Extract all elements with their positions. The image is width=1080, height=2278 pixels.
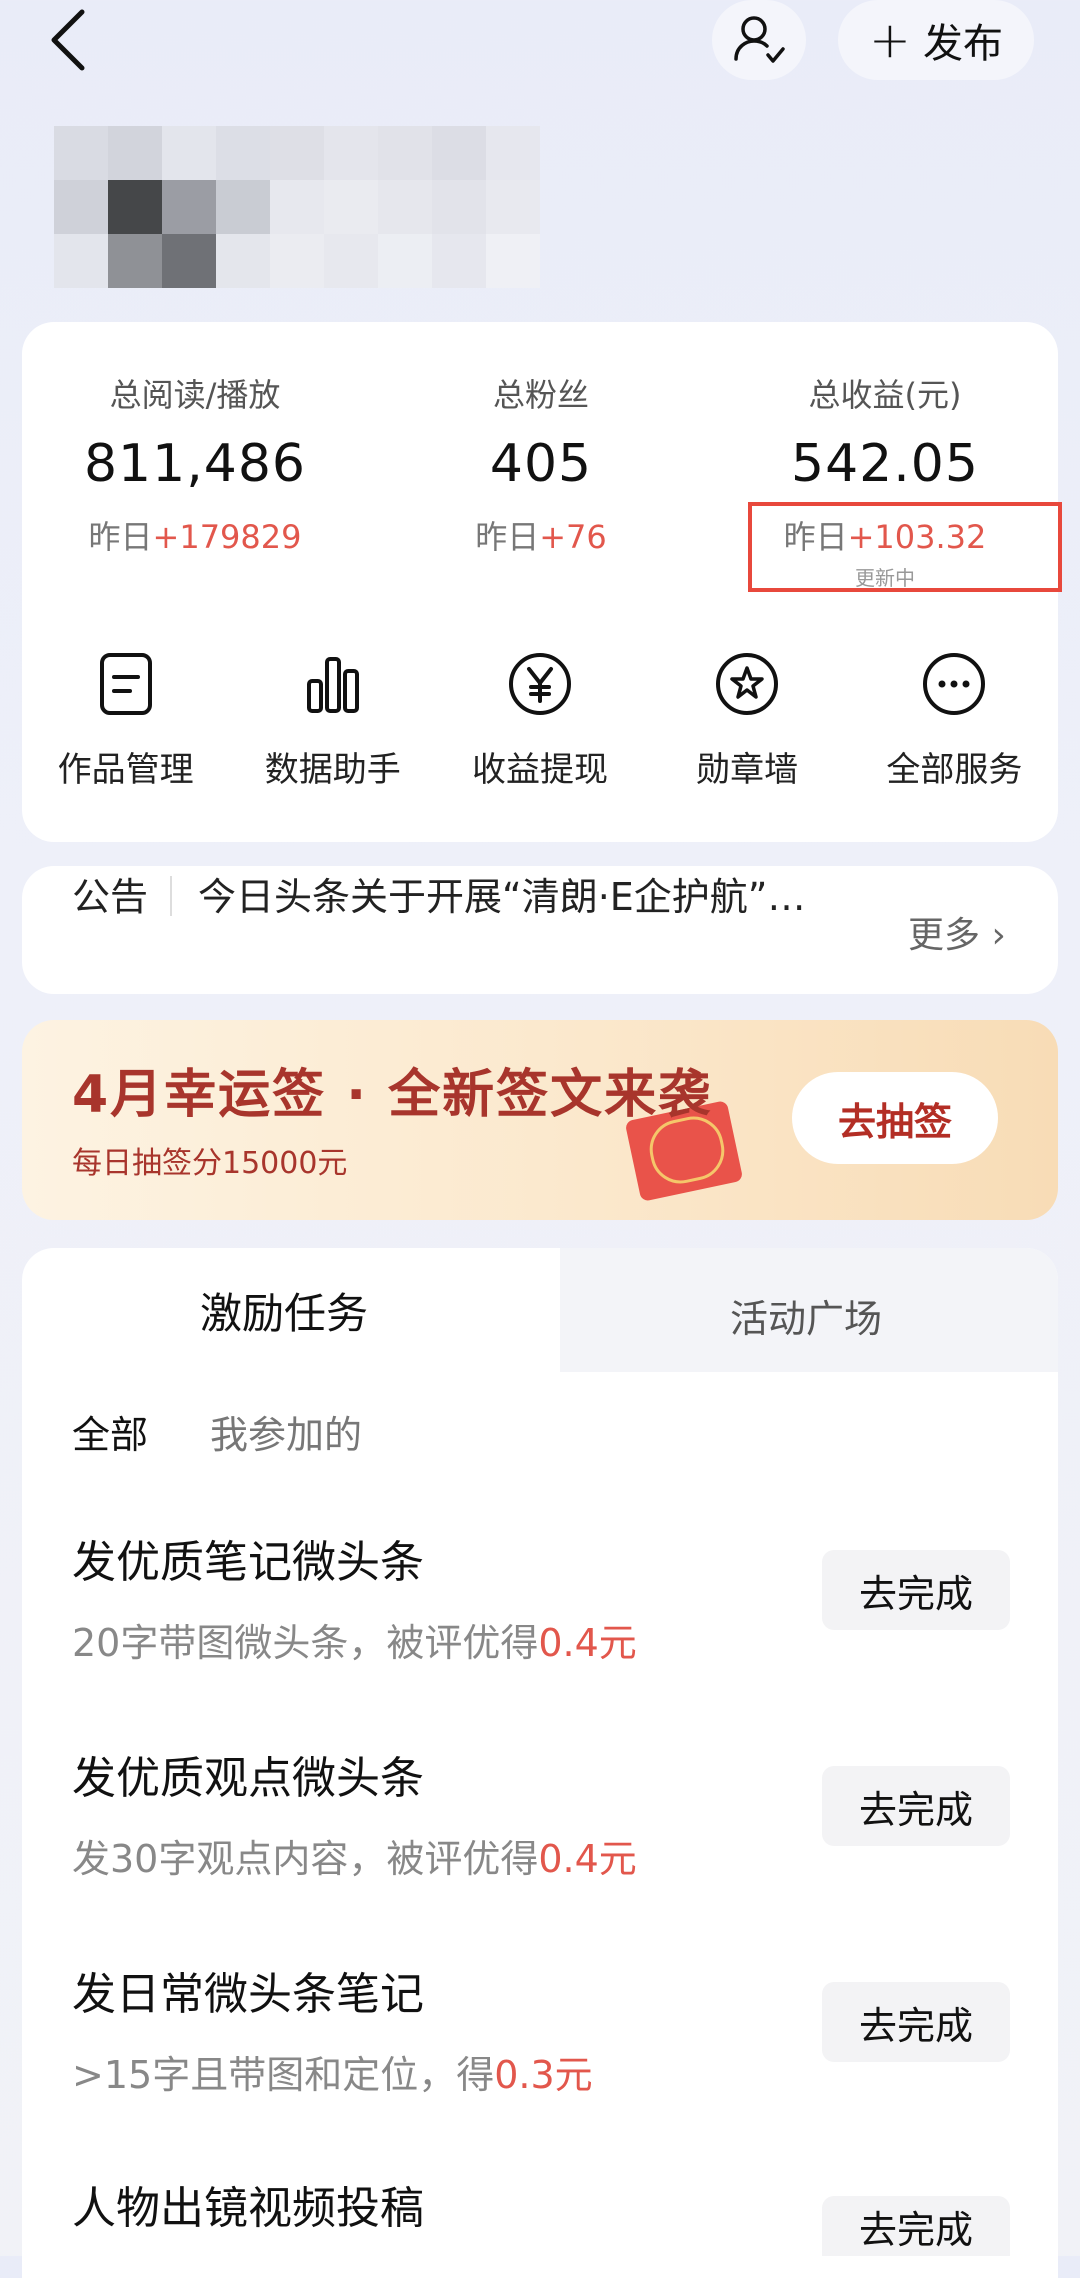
task-title: 发优质笔记微头条 bbox=[72, 1537, 424, 1588]
task-description: >15字且带图和定位，得0.3元 bbox=[72, 2053, 593, 2097]
stat-value: 542.05 bbox=[791, 434, 979, 494]
stat-value: 405 bbox=[489, 434, 593, 494]
task-complete-button[interactable]: 去完成 bbox=[822, 1766, 1010, 1846]
stat-delta: +76 bbox=[539, 518, 607, 556]
filter-all[interactable]: 全部 bbox=[72, 1404, 148, 1459]
blurred-profile bbox=[54, 126, 540, 288]
task-reward: 0.4元 bbox=[538, 1837, 637, 1881]
task-description: 发30字观点内容，被评优得0.4元 bbox=[72, 1837, 637, 1881]
service-withdraw[interactable]: 收益提现 bbox=[440, 648, 640, 791]
chevron-right-icon: › bbox=[980, 915, 1006, 956]
filter-joined[interactable]: 我参加的 bbox=[210, 1404, 362, 1459]
service-all-services[interactable]: 全部服务 bbox=[854, 648, 1054, 791]
notice-more-link[interactable]: 更多 › bbox=[908, 906, 1006, 958]
stat-value: 811,486 bbox=[83, 434, 307, 494]
chevron-left-icon bbox=[51, 9, 85, 71]
stat-label: 总收益(元) bbox=[808, 376, 962, 414]
service-label: 全部服务 bbox=[886, 750, 1023, 790]
task-title: 发优质观点微头条 bbox=[72, 1753, 424, 1804]
tab-incentive-tasks[interactable]: 激励任务 bbox=[200, 1280, 368, 1341]
document-icon bbox=[90, 648, 162, 720]
yen-icon bbox=[504, 648, 576, 720]
service-label: 收益提现 bbox=[471, 750, 608, 790]
publish-label: 发布 bbox=[922, 21, 1003, 67]
back-button[interactable] bbox=[48, 8, 108, 78]
task-title: 发日常微头条笔记 bbox=[72, 1969, 424, 2020]
stat-yesterday: 昨日+76 bbox=[475, 518, 607, 556]
more-label: 更多 bbox=[908, 915, 981, 956]
tab-activity-plaza[interactable]: 活动广场 bbox=[730, 1288, 882, 1343]
task-item: 人物出镜视频投稿 bbox=[72, 2172, 792, 2236]
task-complete-button[interactable]: 去完成 bbox=[822, 2196, 1010, 2256]
task-item: 发优质观点微头条 发30字观点内容，被评优得0.4元 bbox=[72, 1742, 792, 1883]
follow-user-button[interactable] bbox=[712, 0, 806, 80]
stat-delta: +179829 bbox=[152, 518, 302, 556]
service-shortcuts: 作品管理 数据助手 收益提现 勋章墙 全部服务 bbox=[22, 648, 1058, 791]
user-check-icon bbox=[734, 16, 785, 63]
service-medal-wall[interactable]: 勋章墙 bbox=[647, 648, 847, 791]
banner-subtitle: 每日抽签分15000元 bbox=[72, 1146, 348, 1181]
service-works-management[interactable]: 作品管理 bbox=[26, 648, 226, 791]
bar-chart-icon bbox=[297, 648, 369, 720]
task-item: 发优质笔记微头条 20字带图微头条，被评优得0.4元 bbox=[72, 1526, 792, 1667]
task-item: 发日常微头条笔记 >15字且带图和定位，得0.3元 bbox=[72, 1958, 792, 2099]
medal-icon bbox=[711, 648, 783, 720]
stat-total-fans[interactable]: 总粉丝 405 昨日+76 bbox=[376, 370, 706, 558]
stat-total-reads[interactable]: 总阅读/播放 811,486 昨日+179829 bbox=[30, 370, 360, 558]
notice-text[interactable]: 今日头条关于开展“清朗·E企护航”… bbox=[198, 866, 858, 921]
earnings-highlight-box bbox=[748, 502, 1062, 592]
notice-divider bbox=[170, 876, 172, 916]
task-title: 人物出镜视频投稿 bbox=[72, 2183, 424, 2234]
task-complete-button[interactable]: 去完成 bbox=[822, 1550, 1010, 1630]
more-icon bbox=[918, 648, 990, 720]
stat-label: 总阅读/播放 bbox=[109, 376, 281, 414]
task-complete-button[interactable]: 去完成 bbox=[822, 1982, 1010, 2062]
service-label: 数据助手 bbox=[264, 750, 401, 790]
plus-icon: + bbox=[869, 11, 911, 69]
banner-title: 4月幸运签 · 全新签文来袭 bbox=[72, 1065, 713, 1125]
notice-title: 公告 bbox=[72, 875, 149, 919]
service-label: 作品管理 bbox=[57, 750, 194, 790]
task-description: 20字带图微头条，被评优得0.4元 bbox=[72, 1621, 637, 1665]
draw-lot-button[interactable]: 去抽签 bbox=[792, 1072, 998, 1164]
service-data-assistant[interactable]: 数据助手 bbox=[233, 648, 433, 791]
task-reward: 0.4元 bbox=[538, 1621, 637, 1665]
publish-button[interactable]: + 发布 bbox=[838, 0, 1034, 80]
task-reward: 0.3元 bbox=[494, 2053, 593, 2097]
stat-yesterday: 昨日+179829 bbox=[88, 518, 302, 556]
service-label: 勋章墙 bbox=[696, 750, 799, 790]
stat-label: 总粉丝 bbox=[492, 376, 589, 414]
